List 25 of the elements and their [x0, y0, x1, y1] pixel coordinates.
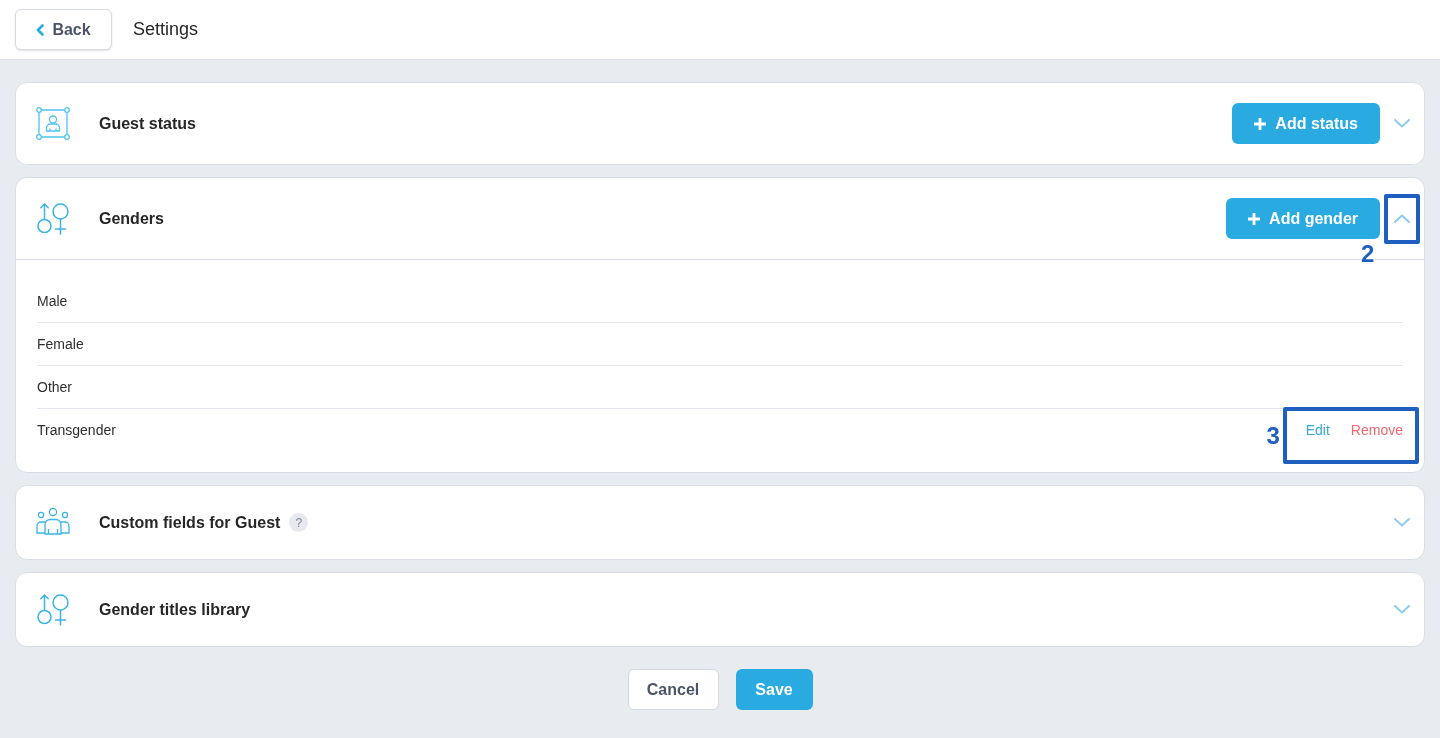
section-title: Guest status [99, 113, 196, 134]
gender-symbols-icon [36, 202, 70, 235]
add-button[interactable]: Add gender [1226, 198, 1380, 239]
edit-link[interactable]: Edit [1305, 420, 1330, 441]
gender-name: Male [37, 291, 68, 311]
section-title: Custom fields for Guest [99, 512, 281, 533]
plus-icon [1254, 117, 1267, 130]
cancel-button[interactable]: Cancel [627, 669, 719, 710]
annotation-number: 2 [1361, 241, 1375, 266]
plus-icon [1248, 212, 1261, 225]
person-frame-icon [36, 107, 70, 140]
help-badge[interactable]: ? [289, 513, 309, 532]
add-button[interactable]: Add status [1232, 103, 1380, 144]
page-title: Settings [133, 18, 199, 41]
annotation-number: 3 [1266, 423, 1280, 448]
section-title: Gender titles library [99, 599, 251, 620]
gender-name: Transgender [37, 421, 116, 440]
chevron-left-icon [36, 23, 45, 36]
gender-symbols-icon [36, 593, 70, 626]
save-button[interactable]: Save [735, 669, 813, 710]
back-button[interactable]: Back [15, 9, 112, 50]
section-title: Genders [99, 208, 164, 229]
gender-name: Other [37, 377, 72, 397]
remove-link[interactable]: Remove [1350, 420, 1403, 441]
gender-name: Female [37, 334, 84, 354]
